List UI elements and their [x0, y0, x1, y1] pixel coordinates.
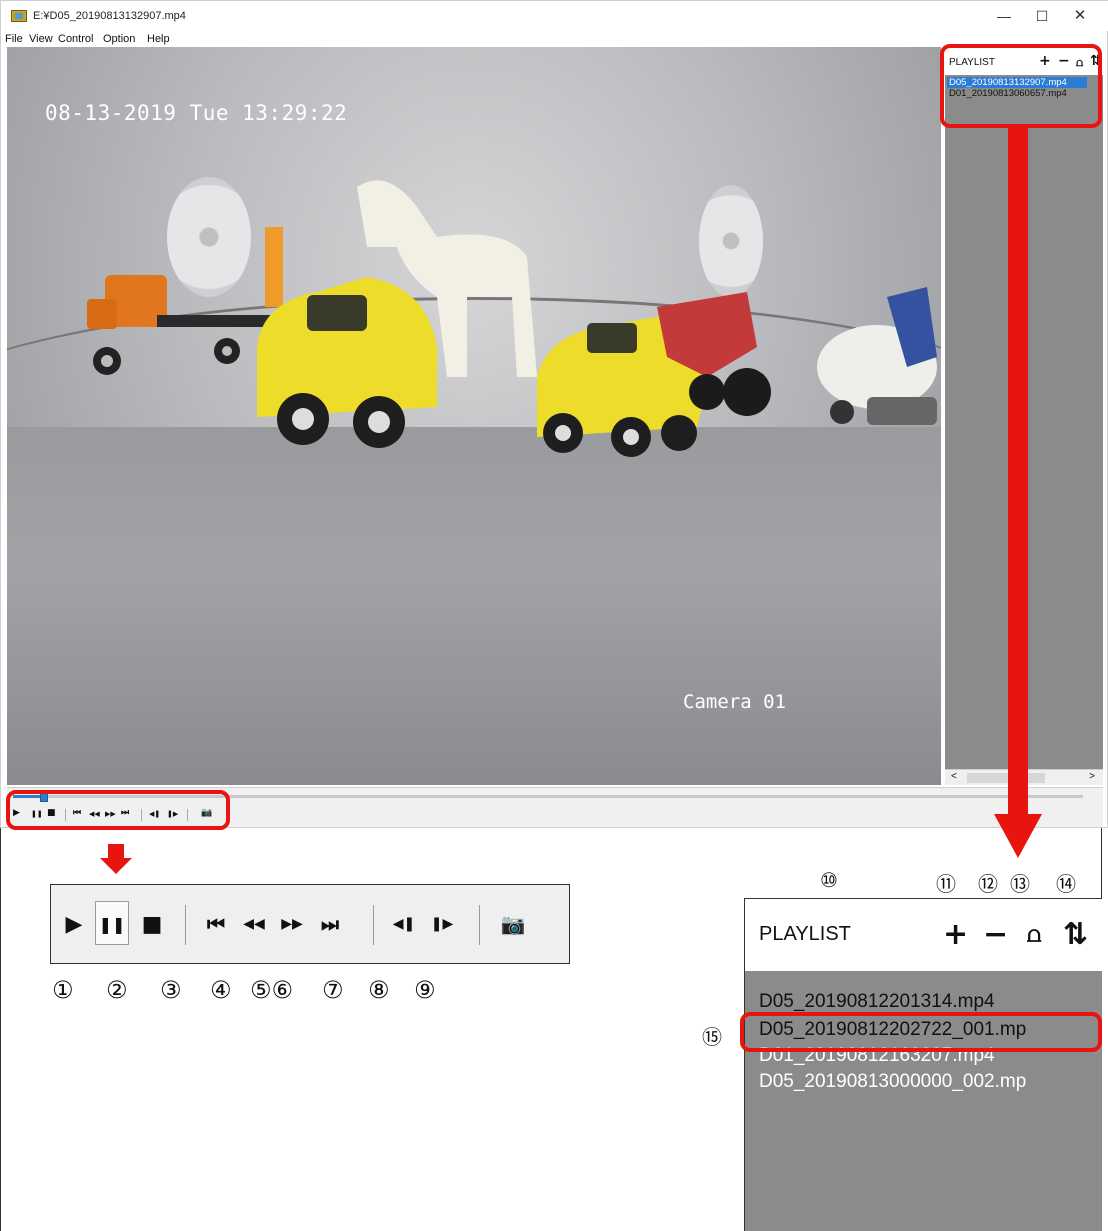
camera-label: Camera 01 — [683, 691, 786, 713]
zoomed-playlist-title: PLAYLIST — [759, 923, 851, 945]
maximize-button[interactable]: ☐ — [1027, 6, 1057, 26]
menu-view[interactable]: View — [29, 33, 53, 45]
callout-number-8: ⑧ — [368, 976, 390, 1004]
zoomed-playlist-panel: PLAYLIST + − ⩍ ⇅ D05_20190812201314.mp4 … — [744, 898, 1102, 1231]
zoomed-playlist-item[interactable]: D05_20190813000000_002.mp — [759, 1071, 1026, 1093]
callout-number-10: ⑩ — [820, 868, 838, 892]
video-scene — [87, 180, 937, 457]
playlist-highlight-box — [940, 44, 1102, 128]
scroll-left-arrow-icon[interactable]: < — [951, 771, 957, 782]
callout-number-5-6: ⑤⑥ — [250, 976, 294, 1004]
zoom-stop-icon[interactable]: ■ — [135, 885, 169, 963]
arrow-to-zoom-toolbar — [100, 844, 132, 874]
zoom-frame-forward-icon[interactable]: ❚▶ — [425, 885, 459, 963]
zoomed-playback-toolbar: ▶ ❚❚ ■ ⏮ ◀◀ ▶▶ ⏭ ◀❚ ❚▶ 📷 — [50, 884, 570, 964]
toolbar-highlight-box — [6, 790, 230, 830]
menu-control[interactable]: Control — [58, 33, 93, 45]
playlist-item-highlight-box — [740, 1012, 1102, 1052]
zoom-play-icon[interactable]: ▶ — [57, 885, 91, 963]
zoom-skip-back-icon[interactable]: ⏮ — [199, 885, 233, 963]
menu-bar: File View Control Option Help — [1, 31, 1108, 47]
callout-number-3: ③ — [160, 976, 182, 1004]
zoom-snapshot-icon[interactable]: 📷 — [493, 885, 533, 963]
callout-number-13: ⑬ — [1010, 872, 1030, 896]
zoomed-playlist-item[interactable]: D05_20190812201314.mp4 — [759, 991, 995, 1013]
callout-number-9: ⑨ — [414, 976, 436, 1004]
zoom-skip-forward-icon[interactable]: ⏭ — [313, 885, 347, 963]
zoomed-sort-icon[interactable]: ⇅ — [1063, 917, 1088, 952]
menu-option[interactable]: Option — [103, 33, 135, 45]
callout-number-1: ① — [52, 976, 74, 1004]
window-title: E:¥D05_20190813132907.mp4 — [33, 10, 186, 22]
callout-number-12: ⑫ — [978, 872, 998, 896]
title-bar: E:¥D05_20190813132907.mp4 — ☐ ✕ — [1, 1, 1108, 31]
toy-airplane — [817, 287, 937, 425]
video-timestamp: 08-13-2019 Tue 13:29:22 — [45, 101, 348, 125]
zoomed-playlist-header: PLAYLIST + − ⩍ ⇅ — [745, 899, 1102, 971]
callout-border-right — [1101, 828, 1102, 898]
zoom-frame-back-icon[interactable]: ◀❚ — [387, 885, 421, 963]
zoom-rewind-icon[interactable]: ◀◀ — [237, 885, 271, 963]
minimize-button[interactable]: — — [989, 6, 1019, 26]
zoomed-remove-icon[interactable]: − — [983, 917, 1008, 952]
callout-number-15: ⑮ — [702, 1025, 722, 1049]
callout-number-14: ⑭ — [1056, 872, 1076, 896]
playlist-panel: PLAYLIST + − ⩍ ⇅ D05_20190813132907.mp4 … — [945, 47, 1103, 785]
zoom-fast-forward-icon[interactable]: ▶▶ — [275, 885, 309, 963]
callout-number-11: ⑪ — [936, 872, 956, 896]
zoom-toolbar-separator — [479, 905, 480, 945]
zoom-toolbar-separator — [373, 905, 374, 945]
toy-jeep-left — [257, 277, 437, 448]
scroll-thumb[interactable] — [967, 773, 1045, 783]
menu-help[interactable]: Help — [147, 33, 170, 45]
app-icon — [11, 10, 27, 22]
zoomed-add-icon[interactable]: + — [943, 917, 968, 952]
playlist-hscrollbar[interactable]: < > — [945, 769, 1103, 785]
zoom-pause-icon[interactable]: ❚❚ — [95, 885, 129, 963]
zoomed-clear-icon[interactable]: ⩍ — [1027, 923, 1041, 948]
callout-number-2: ② — [106, 976, 128, 1004]
zoom-toolbar-separator — [185, 905, 186, 945]
scroll-right-arrow-icon[interactable]: > — [1089, 771, 1095, 782]
close-button[interactable]: ✕ — [1065, 6, 1095, 26]
callout-number-7: ⑦ — [322, 976, 344, 1004]
menu-file[interactable]: File — [5, 33, 23, 45]
video-frame[interactable]: 08-13-2019 Tue 13:29:22 Camera 01 — [7, 47, 941, 785]
callout-border-left — [0, 828, 1, 1231]
callout-number-4: ④ — [210, 976, 232, 1004]
